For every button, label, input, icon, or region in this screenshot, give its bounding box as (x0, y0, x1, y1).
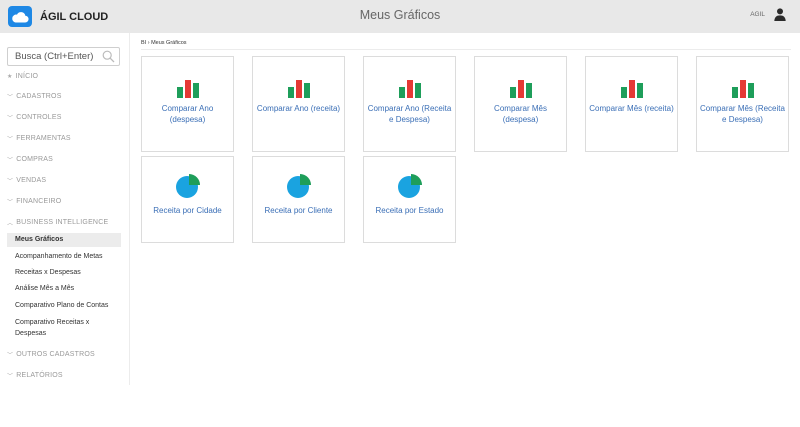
chevron-down-icon: ﹀ (7, 179, 14, 185)
sidebar-item-label: RELATÓRIOS (16, 372, 63, 379)
chevron-up-icon: ︿ (7, 221, 14, 227)
chart-card-label: Comparar Mês (Receita e Despesa) (700, 104, 785, 124)
sidebar: Busca (Ctrl+Enter) ★ INÍCIO ﹀ CADASTROS … (0, 33, 130, 385)
sidebar-item-meus-graficos[interactable]: Meus Gráficos (7, 233, 121, 247)
sidebar-item-label: CONTROLES (16, 114, 62, 121)
page-title: Meus Gráficos (359, 8, 441, 22)
sidebar-item-comparativo-plano-contas[interactable]: Comparativo Plano de Contas (7, 300, 121, 311)
chart-card[interactable]: Comparar Mês (Receita e Despesa) (696, 56, 789, 152)
chart-card[interactable]: Comparar Mês (receita) (585, 56, 678, 152)
sidebar-item-outros-cadastros[interactable]: ﹀ OUTROS CADASTROS (7, 350, 95, 359)
search-placeholder: Busca (Ctrl+Enter) (15, 51, 94, 62)
chevron-down-icon: ﹀ (7, 374, 14, 380)
chevron-down-icon: ﹀ (7, 200, 14, 206)
sidebar-item-label: VENDAS (16, 177, 47, 184)
sidebar-item-comparativo-receitas-despesas[interactable]: Comparativo Receitas x Despesas (7, 317, 121, 339)
pie-chart-icon (142, 173, 233, 199)
bar-chart-icon (253, 78, 344, 98)
chevron-down-icon: ﹀ (7, 95, 14, 101)
sidebar-item-relatorios[interactable]: ﹀ RELATÓRIOS (7, 371, 63, 380)
star-icon: ★ (7, 74, 13, 80)
bar-chart-icon (142, 78, 233, 98)
user-icon (774, 8, 786, 21)
divider (141, 49, 791, 50)
chart-card-label: Receita por Estado (375, 206, 444, 215)
sidebar-item-compras[interactable]: ﹀ COMPRAS (7, 155, 53, 164)
chart-card[interactable]: Comparar Ano (Receita e Despesa) (363, 56, 456, 152)
sidebar-item-label: OUTROS CADASTROS (16, 351, 95, 358)
sidebar-item-label: COMPRAS (16, 156, 53, 163)
sidebar-item-acompanhamento-metas[interactable]: Acompanhamento de Metas (7, 251, 121, 262)
sidebar-item-label: BUSINESS INTELLIGENCE (16, 219, 109, 226)
bar-chart-icon (586, 78, 677, 98)
chevron-down-icon: ﹀ (7, 158, 14, 164)
chart-card-label: Comparar Ano (Receita e Despesa) (367, 104, 452, 124)
chevron-down-icon: ﹀ (7, 137, 14, 143)
bar-chart-icon (697, 78, 788, 98)
search-input[interactable]: Busca (Ctrl+Enter) (7, 47, 120, 66)
chart-card[interactable]: Comparar Mês (despesa) (474, 56, 567, 152)
breadcrumb: BI › Meus Gráficos (141, 40, 187, 46)
sidebar-item-receitas-despesas[interactable]: Receitas x Despesas (7, 267, 121, 278)
bar-chart-icon (475, 78, 566, 98)
sidebar-item-business-intelligence[interactable]: ︿ BUSINESS INTELLIGENCE (7, 218, 108, 227)
sidebar-item-ferramentas[interactable]: ﹀ FERRAMENTAS (7, 134, 71, 143)
user-name: AGIL (750, 11, 765, 18)
sidebar-item-inicio[interactable]: ★ INÍCIO (7, 73, 38, 80)
sidebar-item-label: FINANCEIRO (16, 198, 62, 205)
chart-card-label: Comparar Mês (receita) (589, 104, 674, 113)
chart-card[interactable]: Comparar Ano (despesa) (141, 56, 234, 152)
sidebar-item-label: FERRAMENTAS (16, 135, 71, 142)
sidebar-item-label: INÍCIO (15, 73, 39, 80)
sidebar-item-controles[interactable]: ﹀ CONTROLES (7, 113, 62, 122)
user-menu[interactable]: AGIL (750, 8, 786, 21)
pie-chart-icon (364, 173, 455, 199)
pie-chart-icon (253, 173, 344, 199)
chevron-down-icon: ﹀ (7, 116, 14, 122)
sidebar-item-financeiro[interactable]: ﹀ FINANCEIRO (7, 197, 61, 206)
chart-card-label: Comparar Ano (despesa) (161, 104, 214, 124)
chart-card-label: Comparar Ano (receita) (256, 104, 341, 113)
chart-card[interactable]: Receita por Cidade (141, 156, 234, 243)
chart-card[interactable]: Comparar Ano (receita) (252, 56, 345, 152)
sidebar-item-label: CADASTROS (16, 93, 62, 100)
chart-card[interactable]: Receita por Estado (363, 156, 456, 243)
chart-card[interactable]: Receita por Cliente (252, 156, 345, 243)
sidebar-item-vendas[interactable]: ﹀ VENDAS (7, 176, 46, 185)
chart-card-label: Receita por Cliente (264, 206, 333, 215)
sidebar-item-cadastros[interactable]: ﹀ CADASTROS (7, 92, 62, 101)
search-icon[interactable] (102, 50, 115, 63)
top-bar: ÁGIL CLOUD Meus Gráficos AGIL (0, 0, 800, 33)
sidebar-item-analise-mes-a-mes[interactable]: Análise Mês a Mês (7, 283, 121, 294)
chart-card-label: Receita por Cidade (153, 206, 222, 215)
bar-chart-icon (364, 78, 455, 98)
chart-card-label: Comparar Mês (despesa) (494, 104, 547, 124)
chevron-down-icon: ﹀ (7, 353, 14, 359)
